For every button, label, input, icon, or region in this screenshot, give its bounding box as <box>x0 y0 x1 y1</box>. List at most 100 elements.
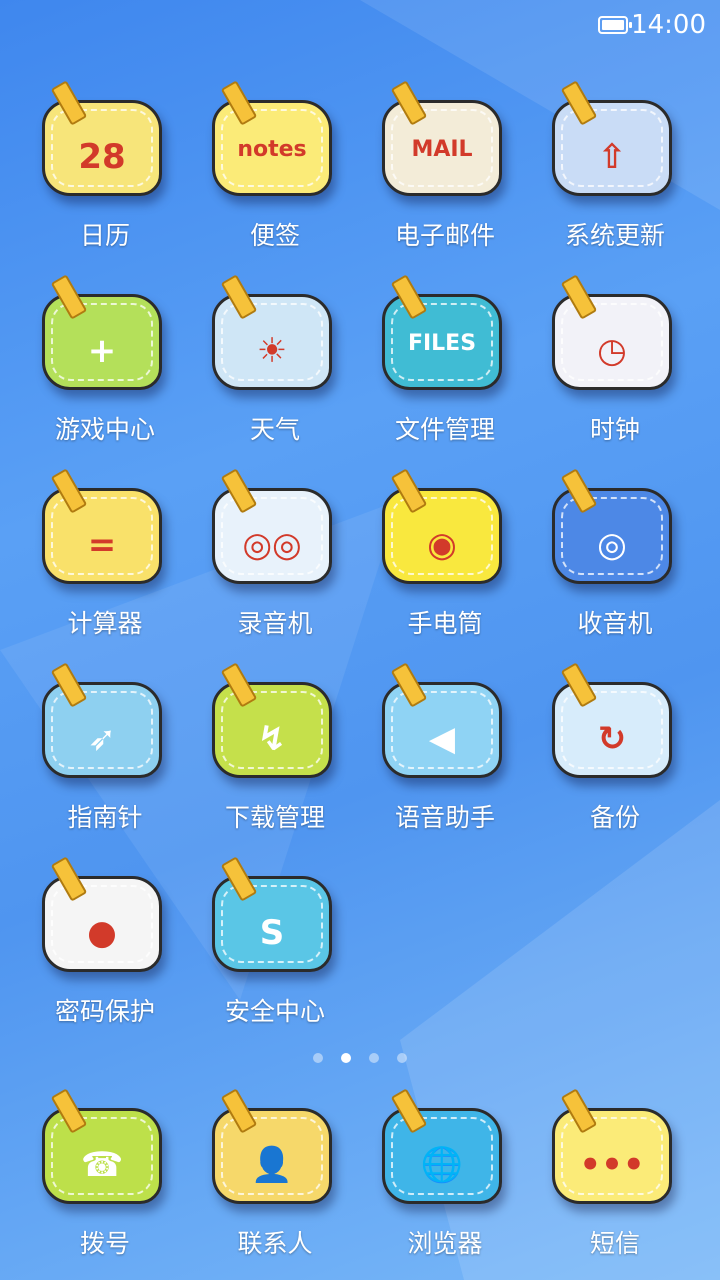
icon-glyph: MAIL <box>411 137 473 162</box>
grid-app[interactable]: ➶ 指南针 <box>20 658 190 852</box>
icon-tile: ◎ <box>552 488 672 584</box>
dock-app[interactable]: 🌐 浏览器 <box>360 1084 530 1278</box>
dock: ☎ 拨号 👤 联系人 🌐 浏览器 ••• 短信 <box>20 1088 700 1280</box>
icon-tile: ➶ <box>42 682 162 778</box>
flashlight-icon: ◉ <box>382 468 508 590</box>
grid-app[interactable]: + 游戏中心 <box>20 270 190 464</box>
app-label: 收音机 <box>577 609 653 638</box>
dock-app[interactable]: 👤 联系人 <box>190 1084 360 1278</box>
grid-app[interactable]: ↻ 备份 <box>530 658 700 852</box>
battery-full-icon <box>598 16 632 34</box>
grid-app[interactable]: ◎ 收音机 <box>530 464 700 658</box>
phone-dialer-icon: ☎ <box>42 1088 168 1210</box>
icon-glyph: ◷ <box>597 331 627 371</box>
icon-glyph: FILES <box>407 331 477 356</box>
grid-app[interactable]: ⇧ 系统更新 <box>530 76 700 270</box>
icon-tile: ⇧ <box>552 100 672 196</box>
calendar-icon: 28 <box>42 80 168 202</box>
security-shield-icon: S <box>212 856 338 978</box>
app-label: 游戏中心 <box>54 415 155 444</box>
page-dot[interactable] <box>313 1053 323 1063</box>
icon-tile: FILES <box>382 294 502 390</box>
app-label: 手电筒 <box>407 609 483 638</box>
icon-glyph: ••• <box>579 1145 645 1185</box>
icon-glyph: ↻ <box>597 719 627 759</box>
grid-app[interactable]: MAIL 电子邮件 <box>360 76 530 270</box>
icon-tile: notes <box>212 100 332 196</box>
app-label: 密码保护 <box>54 997 155 1026</box>
page-dot[interactable] <box>369 1053 379 1063</box>
password-lock-icon: ● <box>42 856 168 978</box>
icon-tile: ◎◎ <box>212 488 332 584</box>
icon-tile: 🌐 <box>382 1108 502 1204</box>
status-time: 14:00 <box>631 10 706 40</box>
notes-icon: notes <box>212 80 338 202</box>
icon-tile: ● <box>42 876 162 972</box>
grid-app[interactable]: ● 密码保护 <box>20 852 190 1046</box>
messages-icon: ••• <box>552 1088 678 1210</box>
grid-app[interactable]: ◀ 语音助手 <box>360 658 530 852</box>
icon-glyph: 👤 <box>250 1145 294 1185</box>
dock-app[interactable]: ••• 短信 <box>530 1084 700 1278</box>
icon-glyph: ● <box>87 913 117 953</box>
grid-app[interactable]: = 计算器 <box>20 464 190 658</box>
app-label: 天气 <box>249 415 300 444</box>
grid-app[interactable]: ☀ 天气 <box>190 270 360 464</box>
icon-glyph: ◎ <box>597 525 627 565</box>
icon-tile: MAIL <box>382 100 502 196</box>
app-label: 计算器 <box>67 609 143 638</box>
grid-app[interactable]: ◷ 时钟 <box>530 270 700 464</box>
app-label: 便签 <box>249 221 300 250</box>
icon-tile: ☀ <box>212 294 332 390</box>
system-update-icon: ⇧ <box>552 80 678 202</box>
app-label: 文件管理 <box>394 415 495 444</box>
icon-glyph: = <box>87 525 117 565</box>
dock-app[interactable]: ☎ 拨号 <box>20 1084 190 1278</box>
recorder-icon: ◎◎ <box>212 468 338 590</box>
contacts-icon: 👤 <box>212 1088 338 1210</box>
icon-glyph: ⇧ <box>597 137 627 177</box>
files-icon: FILES <box>382 274 508 396</box>
radio-icon: ◎ <box>552 468 678 590</box>
icon-tile: ◷ <box>552 294 672 390</box>
app-label: 日历 <box>79 221 130 250</box>
mail-icon: MAIL <box>382 80 508 202</box>
download-icon: ↯ <box>212 662 338 784</box>
page-dot[interactable] <box>397 1053 407 1063</box>
icon-glyph: ➶ <box>87 719 117 759</box>
status-bar: 14:00 <box>0 0 720 56</box>
icon-tile: 👤 <box>212 1108 332 1204</box>
app-label: 指南针 <box>67 803 143 832</box>
app-label: 联系人 <box>237 1229 313 1258</box>
page-dot[interactable] <box>341 1053 351 1063</box>
icon-glyph: ☀ <box>256 331 288 371</box>
icon-glyph: S <box>259 913 285 953</box>
icon-tile: = <box>42 488 162 584</box>
app-label: 安全中心 <box>224 997 325 1026</box>
icon-glyph: ◀ <box>428 719 456 759</box>
grid-app[interactable]: ◉ 手电筒 <box>360 464 530 658</box>
grid-app[interactable]: ↯ 下载管理 <box>190 658 360 852</box>
app-label: 浏览器 <box>407 1229 483 1258</box>
joystick-icon: + <box>42 274 168 396</box>
app-label: 语音助手 <box>394 803 495 832</box>
icon-tile: ◀ <box>382 682 502 778</box>
icon-glyph: 🌐 <box>420 1145 464 1185</box>
icon-glyph: ◎◎ <box>242 525 302 565</box>
app-label: 短信 <box>589 1229 640 1258</box>
weather-sun-icon: ☀ <box>212 274 338 396</box>
page-indicator <box>0 1048 720 1063</box>
app-label: 拨号 <box>79 1229 130 1258</box>
grid-app[interactable]: FILES 文件管理 <box>360 270 530 464</box>
grid-app[interactable]: S 安全中心 <box>190 852 360 1046</box>
app-label: 时钟 <box>589 415 640 444</box>
grid-app[interactable]: notes 便签 <box>190 76 360 270</box>
compass-icon: ➶ <box>42 662 168 784</box>
app-label: 下载管理 <box>224 803 325 832</box>
calculator-icon: = <box>42 468 168 590</box>
app-label: 备份 <box>589 803 640 832</box>
grid-app[interactable]: ◎◎ 录音机 <box>190 464 360 658</box>
icon-glyph: + <box>87 331 117 371</box>
icon-tile: 28 <box>42 100 162 196</box>
grid-app[interactable]: 28 日历 <box>20 76 190 270</box>
